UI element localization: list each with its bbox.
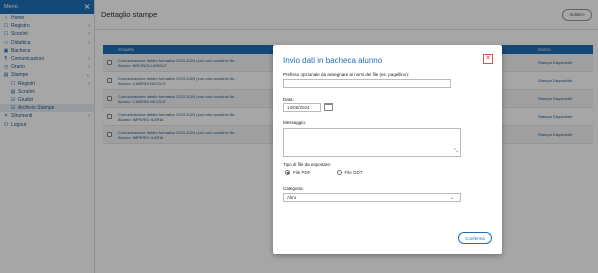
file-type-label: Tipo di file da esportare: xyxy=(283,162,332,167)
confirm-button[interactable]: Conferma xyxy=(458,232,492,244)
pdf-label: File PDF xyxy=(293,170,311,175)
chevron-down-icon: ⌄ xyxy=(449,194,454,201)
odt-label: File ODT xyxy=(344,170,363,175)
date-label: Data: xyxy=(283,97,294,102)
prefix-input[interactable] xyxy=(283,79,451,88)
resize-handle-icon[interactable]: ⤡ xyxy=(454,148,458,154)
message-label: Messaggio: xyxy=(283,120,307,125)
message-textarea[interactable]: ⤡ xyxy=(283,128,461,157)
date-input[interactable]: 13/06/2024 xyxy=(283,103,321,112)
calendar-icon[interactable] xyxy=(324,103,333,111)
category-value: Altro xyxy=(287,195,297,200)
category-select[interactable]: Altro ⌄ xyxy=(283,193,461,202)
pdf-radio[interactable] xyxy=(285,170,290,175)
dialog-invio-bacheca: Invio dati in bacheca alunno ✕ Prefisso … xyxy=(273,45,502,254)
file-type-options: File PDF File ODT xyxy=(285,170,363,175)
category-label: Categoria: xyxy=(283,186,304,191)
dialog-title: Invio dati in bacheca alunno xyxy=(283,56,383,65)
odt-radio[interactable] xyxy=(336,170,342,175)
close-icon[interactable]: ✕ xyxy=(483,54,493,64)
prefix-label: Prefisso opzionale da assegnare ai nomi … xyxy=(283,72,410,77)
